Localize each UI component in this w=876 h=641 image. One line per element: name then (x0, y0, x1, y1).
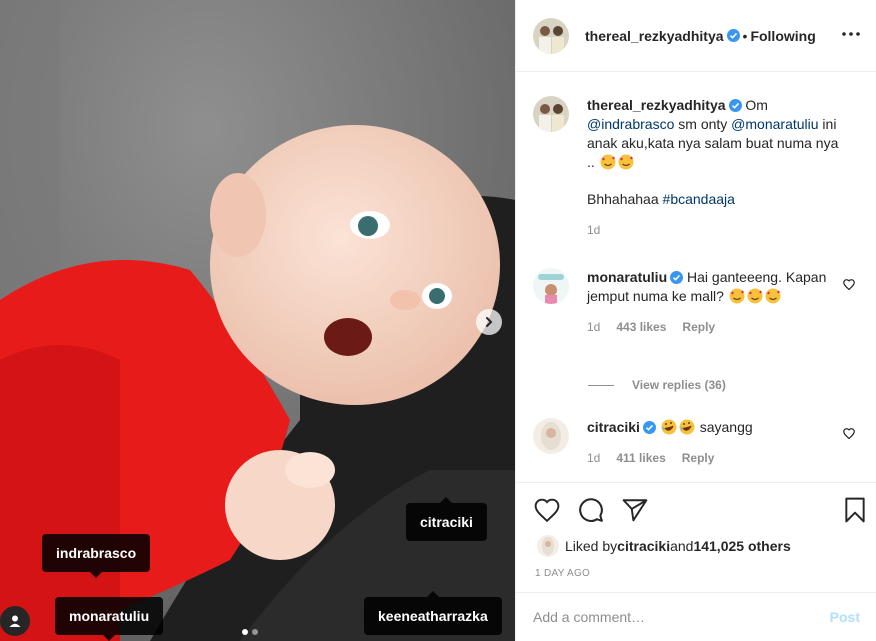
author-username[interactable]: thereal_rezkyadhitya (585, 28, 724, 44)
comment-bubble-icon (579, 498, 603, 522)
post-timestamp[interactable]: 1 DAY AGO (535, 568, 590, 579)
like-comment-heart-icon[interactable] (843, 428, 855, 439)
comment-likes[interactable]: 411 likes (616, 449, 665, 468)
smiling-hearts-emoji-icon (729, 288, 745, 304)
caption-username[interactable]: thereal_rezkyadhitya (587, 97, 726, 113)
verified-badge-icon (728, 99, 742, 112)
commenter-avatar[interactable] (533, 418, 569, 454)
carousel-dot (252, 629, 258, 635)
tagged-users-button[interactable] (0, 606, 30, 636)
smiling-hearts-emoji-icon (765, 288, 781, 304)
chevron-right-icon (486, 317, 493, 327)
likes-summary[interactable]: Liked by citraciki and 141,025 others (537, 535, 791, 557)
carousel-next-button[interactable] (476, 309, 502, 335)
verified-badge-icon (642, 421, 656, 434)
comment-button[interactable] (576, 495, 606, 525)
smiling-hearts-emoji-icon (618, 154, 634, 170)
more-options-button[interactable] (837, 22, 865, 46)
comment-meta: 1d 443 likes Reply (587, 318, 849, 337)
caption-text-part: Om (741, 97, 768, 113)
mention-link[interactable]: @monaratuliu (731, 116, 818, 132)
heart-icon (534, 498, 560, 522)
caption-body: thereal_rezkyadhitya Om @indrabrasco sm … (587, 96, 849, 240)
paper-plane-icon (622, 499, 648, 522)
post-comment-button[interactable]: Post (830, 609, 860, 625)
author-avatar[interactable] (533, 17, 569, 54)
comments-section[interactable]: thereal_rezkyadhitya Om @indrabrasco sm … (516, 72, 876, 482)
carousel-indicator (242, 629, 258, 635)
mention-link[interactable]: @indrabrasco (587, 116, 674, 132)
following-button[interactable]: Following (750, 28, 815, 44)
comment-time[interactable]: 1d (587, 318, 600, 337)
add-comment-bar: Post (516, 592, 876, 641)
rolling-laughing-emoji-icon (679, 419, 695, 435)
user-tag[interactable]: keeneatharrazka (364, 591, 502, 635)
avatar-image (533, 96, 569, 132)
avatar-image (537, 535, 559, 557)
carousel-dot (242, 629, 248, 635)
comment-meta: 1d 411 likes Reply (587, 449, 849, 468)
view-replies-button[interactable]: View replies (36) (588, 378, 726, 392)
avatar-image (533, 418, 569, 454)
comment-body: monaratuliu Hai ganteeeng. Kapan jemput … (587, 268, 849, 337)
like-button[interactable] (532, 495, 562, 525)
bookmark-icon (845, 497, 865, 523)
person-icon (9, 615, 21, 627)
smiling-hearts-emoji-icon (600, 154, 616, 170)
post-media[interactable]: citraciki indrabrasco monaratuliu keenea… (0, 0, 515, 641)
user-tag[interactable]: citraciki (406, 497, 487, 541)
likes-prefix: Liked by (565, 538, 618, 554)
caption-text-part: sm onty (674, 116, 732, 132)
more-horizontal-icon (842, 32, 860, 36)
avatar-image (533, 17, 569, 54)
liker-username[interactable]: citraciki (617, 538, 670, 554)
post-actions: Liked by citraciki and 141,025 others 1 … (516, 482, 876, 592)
comment-username[interactable]: citraciki (587, 419, 640, 435)
reply-button[interactable]: Reply (682, 449, 715, 468)
share-button[interactable] (620, 495, 650, 525)
comment: monaratuliu Hai ganteeeng. Kapan jemput … (533, 268, 849, 337)
comment-body: citraciki sayangg 1d 411 likes Reply (587, 418, 849, 468)
comment-likes[interactable]: 443 likes (616, 318, 666, 337)
like-comment-heart-icon[interactable] (843, 279, 855, 290)
comment-input[interactable] (533, 609, 830, 625)
caption-text: thereal_rezkyadhitya Om @indrabrasco sm … (587, 96, 849, 172)
caption-time[interactable]: 1d (587, 221, 600, 240)
post-header: thereal_rezkyadhitya • Following (516, 0, 876, 72)
liker-avatar[interactable] (537, 535, 559, 557)
comment-time[interactable]: 1d (587, 449, 600, 468)
smiling-hearts-emoji-icon (747, 288, 763, 304)
caption: thereal_rezkyadhitya Om @indrabrasco sm … (533, 96, 849, 240)
comment-username[interactable]: monaratuliu (587, 269, 667, 285)
view-replies-label: View replies (36) (632, 378, 726, 392)
follow-separator: • (742, 27, 748, 44)
comment-text: sayangg (695, 419, 753, 435)
likes-middle: and (670, 538, 694, 554)
verified-badge-icon (726, 29, 740, 42)
reply-button[interactable]: Reply (682, 318, 715, 337)
post-side-panel: thereal_rezkyadhitya • Following thereal… (515, 0, 876, 641)
user-tag[interactable]: indrabrasco (42, 534, 151, 578)
rolling-laughing-emoji-icon (661, 419, 677, 435)
post-container: citraciki indrabrasco monaratuliu keenea… (0, 0, 876, 641)
caption-line-2: Bhhahahaa #bcandaaja (587, 190, 849, 209)
user-tag[interactable]: monaratuliu (55, 597, 164, 641)
commenter-avatar[interactable] (533, 268, 569, 304)
likes-count[interactable]: 141,025 others (693, 538, 790, 554)
replies-divider (588, 384, 614, 386)
caption-text-part: Bhhahahaa (587, 191, 663, 207)
caption-meta: 1d (587, 221, 849, 240)
comment: citraciki sayangg 1d 411 likes Reply (533, 418, 849, 468)
hashtag-link[interactable]: #bcandaaja (663, 191, 735, 207)
save-button[interactable] (840, 495, 870, 525)
verified-badge-icon (670, 271, 684, 284)
avatar-image (533, 268, 569, 304)
author-avatar[interactable] (533, 96, 569, 132)
